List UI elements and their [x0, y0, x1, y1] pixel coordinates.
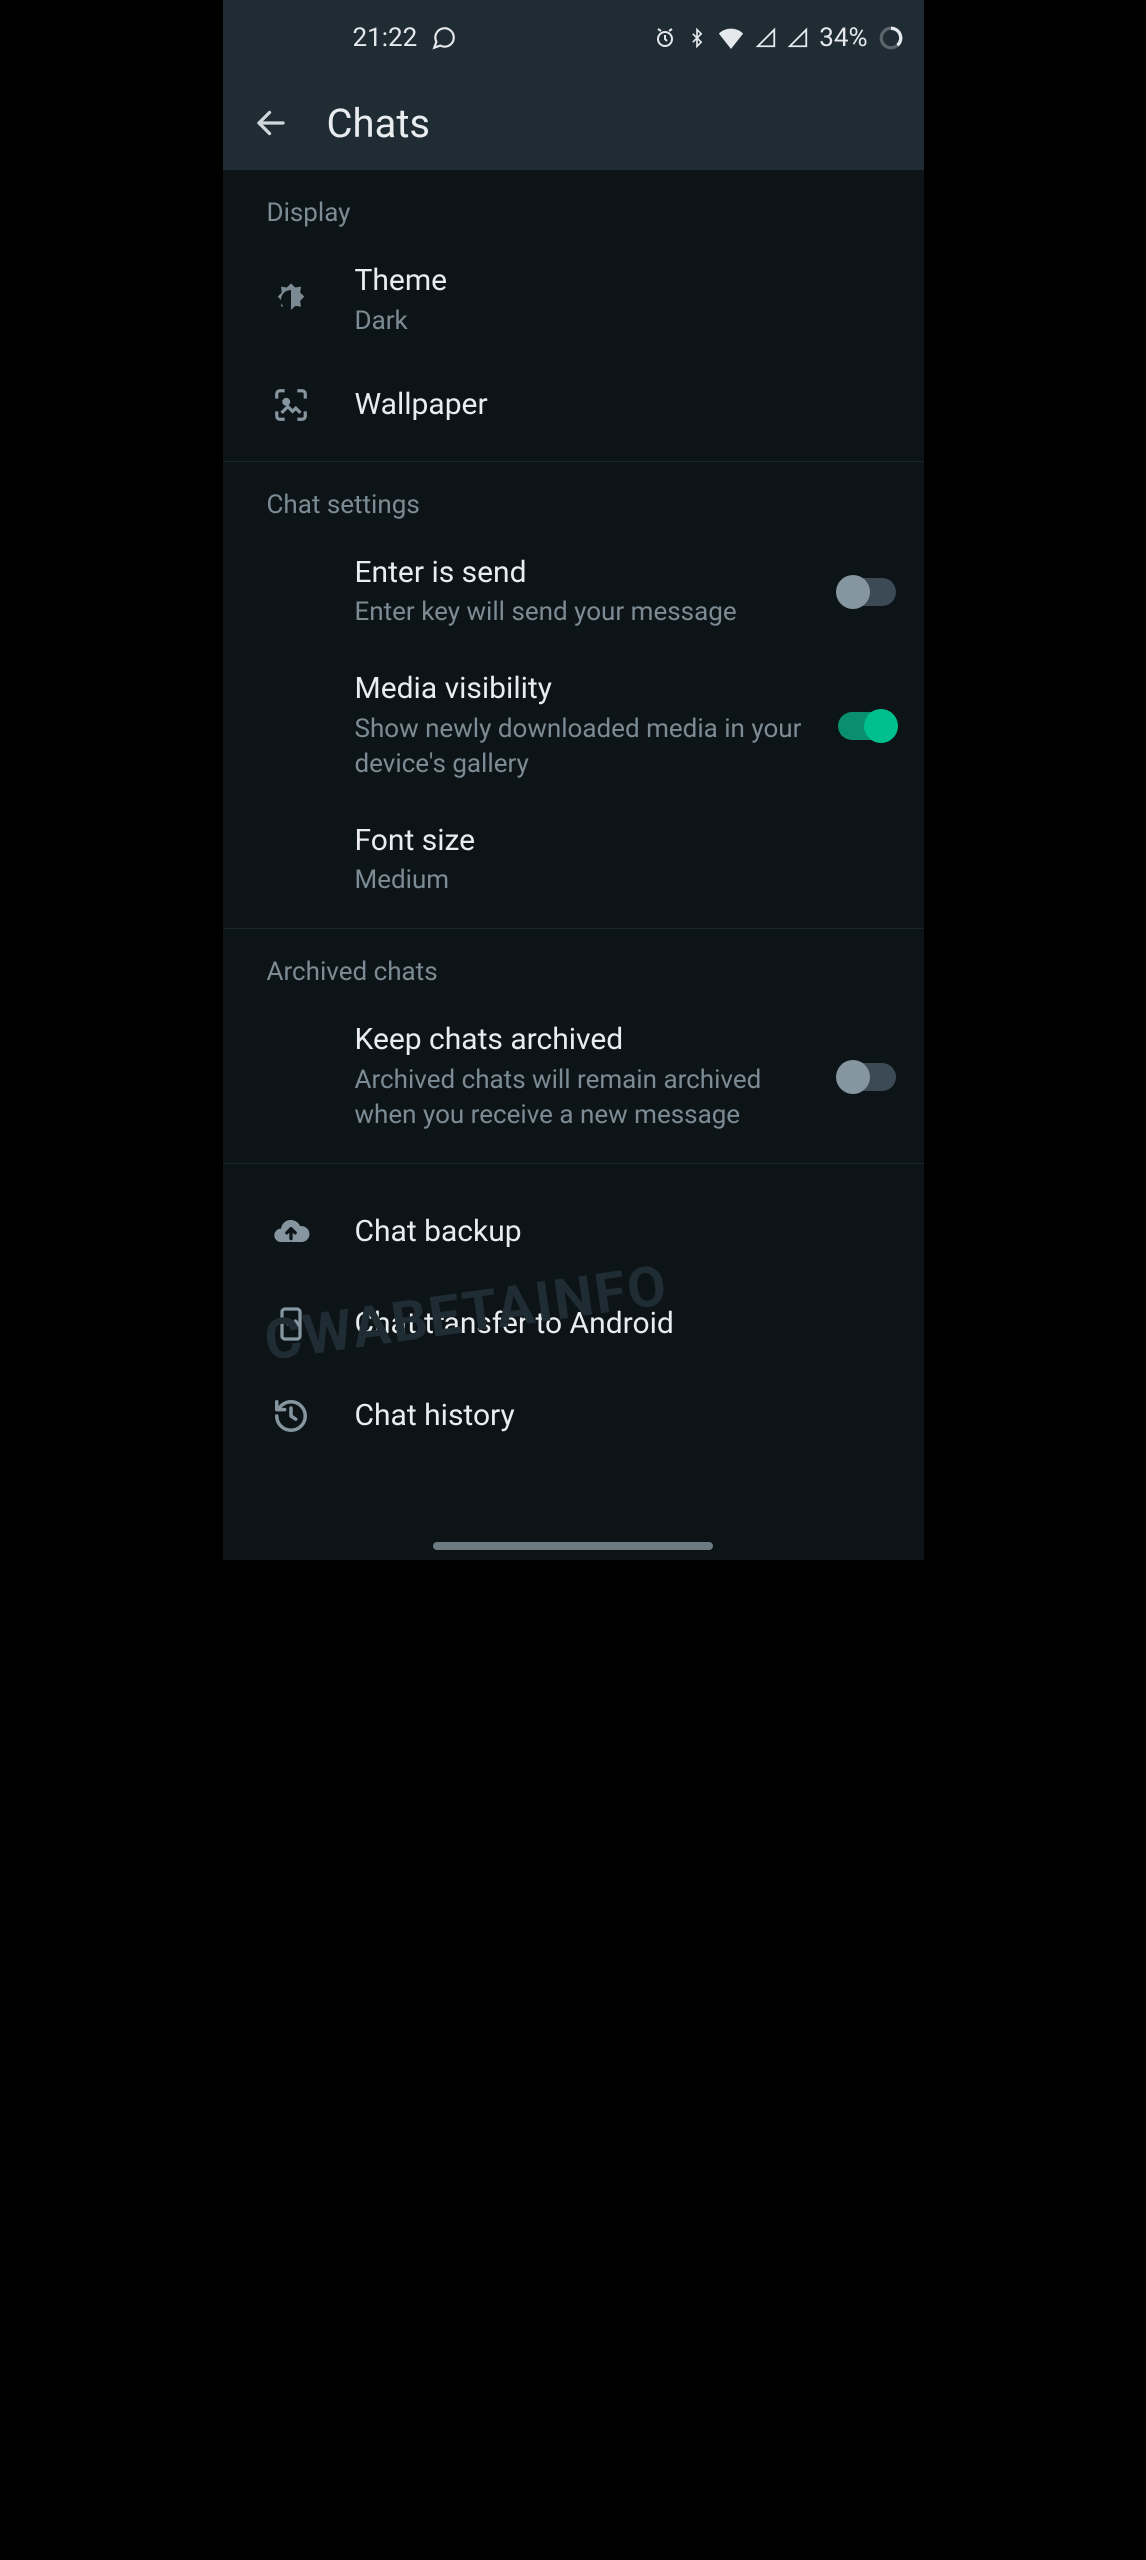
signal-icon-1 — [755, 27, 777, 49]
chats-settings-screen: 21:22 34% — [223, 0, 924, 1560]
pref-theme[interactable]: Theme Dark — [223, 242, 924, 359]
pref-media-visibility-sub: Show newly downloaded media in your devi… — [355, 712, 822, 782]
section-archived: Archived chats Keep chats archived Archi… — [223, 929, 924, 1164]
status-time: 21:22 — [353, 23, 418, 53]
section-header-chat-settings: Chat settings — [223, 484, 924, 534]
status-right: 34% — [653, 23, 903, 53]
section-chat-settings: Chat settings Enter is send Enter key wi… — [223, 462, 924, 930]
back-button[interactable] — [241, 93, 301, 153]
pref-media-visibility[interactable]: Media visibility Show newly downloaded m… — [223, 650, 924, 802]
pref-chat-history[interactable]: Chat history — [223, 1370, 924, 1462]
nav-gesture-pill[interactable] — [433, 1542, 713, 1550]
pref-chat-history-title: Chat history — [355, 1397, 886, 1435]
alarm-icon — [653, 26, 677, 50]
history-icon — [267, 1392, 315, 1440]
cloud-upload-icon — [267, 1208, 315, 1256]
pref-chat-backup-title: Chat backup — [355, 1213, 886, 1251]
arrow-left-icon — [253, 105, 289, 141]
pref-theme-title: Theme — [355, 262, 886, 300]
wifi-icon — [717, 27, 745, 49]
battery-level: 34% — [819, 23, 867, 53]
pref-enter-is-send-sub: Enter key will send your message — [355, 595, 822, 630]
page-title: Chats — [327, 100, 431, 147]
pref-keep-archived-title: Keep chats archived — [355, 1021, 822, 1059]
pref-media-visibility-title: Media visibility — [355, 670, 822, 708]
pref-enter-is-send[interactable]: Enter is send Enter key will send your m… — [223, 534, 924, 651]
transfer-icon — [267, 1300, 315, 1348]
whatsapp-icon — [431, 25, 457, 51]
pref-wallpaper[interactable]: Wallpaper — [223, 359, 924, 451]
section-header-display: Display — [223, 192, 924, 242]
pref-chat-backup[interactable]: Chat backup — [223, 1186, 924, 1278]
status-bar: 21:22 34% — [223, 0, 924, 76]
toggle-media-visibility[interactable] — [838, 712, 896, 740]
toggle-enter-is-send[interactable] — [838, 578, 896, 606]
pref-chat-transfer-title: Chat transfer to Android — [355, 1305, 886, 1343]
pref-theme-value: Dark — [355, 304, 886, 339]
pref-enter-is-send-title: Enter is send — [355, 554, 822, 592]
app-bar: Chats — [223, 76, 924, 170]
battery-circle-icon — [878, 25, 904, 51]
theme-icon — [267, 276, 315, 324]
section-misc: Chat backup Chat transfer to Android Cha… — [223, 1164, 924, 1472]
section-display: Display Theme Dark Wallpaper — [223, 170, 924, 462]
wallpaper-icon — [267, 381, 315, 429]
section-header-archived: Archived chats — [223, 951, 924, 1001]
pref-chat-transfer[interactable]: Chat transfer to Android — [223, 1278, 924, 1370]
pref-keep-archived[interactable]: Keep chats archived Archived chats will … — [223, 1001, 924, 1153]
pref-keep-archived-sub: Archived chats will remain archived when… — [355, 1063, 822, 1133]
pref-font-size[interactable]: Font size Medium — [223, 802, 924, 919]
toggle-keep-archived[interactable] — [838, 1063, 896, 1091]
pref-font-size-value: Medium — [355, 863, 886, 898]
status-left: 21:22 — [353, 23, 458, 53]
bluetooth-icon — [687, 25, 707, 51]
pref-wallpaper-title: Wallpaper — [355, 386, 886, 424]
signal-icon-2 — [787, 27, 809, 49]
pref-font-size-title: Font size — [355, 822, 886, 860]
